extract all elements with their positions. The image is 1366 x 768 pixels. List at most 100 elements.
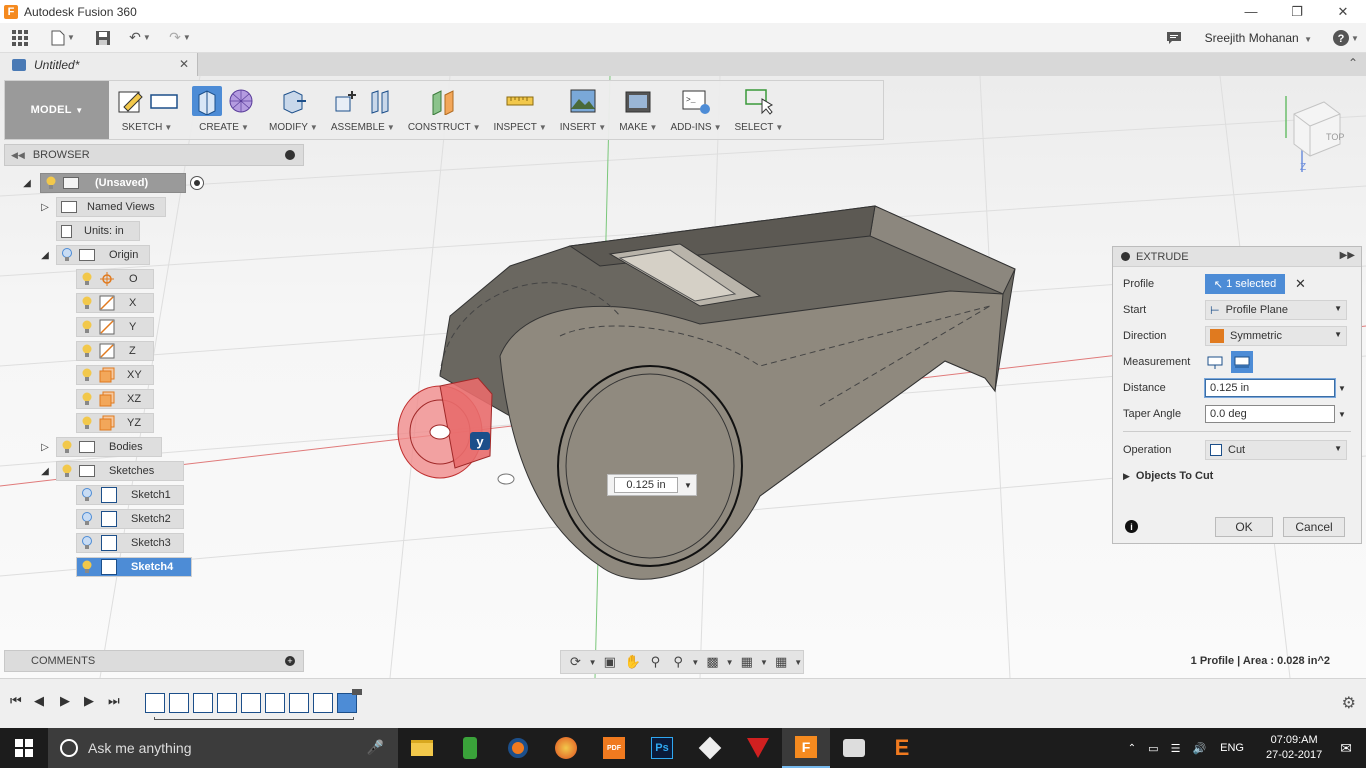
- origin-item-xz[interactable]: XZ: [76, 389, 154, 409]
- collapse-origin-icon[interactable]: ◢: [38, 248, 52, 262]
- language-indicator[interactable]: ENG: [1220, 742, 1244, 754]
- timeline-extrude-icon[interactable]: [241, 693, 261, 713]
- activate-radio-icon[interactable]: [190, 176, 204, 190]
- grid-settings-icon[interactable]: ▦: [736, 653, 757, 671]
- distance-input[interactable]: 0.125 in: [1204, 378, 1336, 398]
- whole-length-icon[interactable]: [1231, 351, 1253, 373]
- timeline-active-sketch-icon[interactable]: [337, 693, 357, 713]
- visibility-bulb-icon[interactable]: [81, 272, 93, 286]
- distance-dropdown-icon[interactable]: ▼: [1338, 384, 1346, 393]
- photoshop-icon[interactable]: Ps: [638, 728, 686, 768]
- pan-icon[interactable]: ✋: [622, 653, 643, 671]
- visibility-bulb-icon[interactable]: [81, 488, 93, 502]
- form-icon[interactable]: [226, 86, 256, 116]
- sketch-item-1[interactable]: Sketch1: [76, 485, 184, 505]
- go-to-end-icon[interactable]: ⏭: [108, 693, 120, 709]
- modify-group[interactable]: MODIFY ▼: [263, 81, 325, 139]
- tree-root[interactable]: ◢ (Unsaved): [20, 173, 204, 193]
- workspace-switcher[interactable]: MODEL ▼: [5, 81, 109, 139]
- start-dropdown[interactable]: ⊢ Profile Plane ▼: [1205, 300, 1347, 320]
- sketch-group[interactable]: SKETCH ▼: [109, 81, 186, 139]
- create-sketch-icon[interactable]: [115, 86, 145, 116]
- visibility-bulb-icon[interactable]: [81, 512, 93, 526]
- collapse-sketches-icon[interactable]: ◢: [38, 464, 52, 478]
- show-hidden-icons-icon[interactable]: ⌃: [1128, 743, 1136, 754]
- extrude-dialog-header[interactable]: EXTRUDE ▶▶: [1113, 247, 1361, 267]
- new-component-icon[interactable]: [331, 86, 361, 116]
- extrude-icon[interactable]: [192, 86, 222, 116]
- comments-panel-header[interactable]: COMMENTS +: [4, 650, 304, 672]
- cancel-button[interactable]: Cancel: [1283, 517, 1345, 537]
- scripts-icon[interactable]: >_: [681, 86, 711, 116]
- timeline-extrude-icon[interactable]: [313, 693, 333, 713]
- half-length-icon[interactable]: [1205, 352, 1225, 372]
- minimize-button[interactable]: —: [1228, 0, 1274, 23]
- blender-icon[interactable]: [494, 728, 542, 768]
- timeline-settings-icon[interactable]: ⚙: [1342, 693, 1356, 713]
- visibility-bulb-icon[interactable]: [81, 392, 93, 406]
- viewports-dropdown-icon[interactable]: ▼: [794, 653, 803, 671]
- undo-icon[interactable]: ↶ ▼: [120, 23, 160, 53]
- inspect-group[interactable]: INSPECT ▼: [488, 81, 554, 139]
- step-back-icon[interactable]: ◀: [34, 693, 44, 709]
- display-settings-icon[interactable]: ▩: [702, 653, 723, 671]
- app-diamond-icon[interactable]: [686, 728, 734, 768]
- insert-group[interactable]: INSERT ▼: [554, 81, 613, 139]
- rectangle-icon[interactable]: [149, 86, 179, 116]
- clock[interactable]: 07:09:AM 27-02-2017: [1266, 733, 1322, 763]
- clear-selection-icon[interactable]: ✕: [1295, 276, 1306, 292]
- sketch-item-4[interactable]: Sketch4: [76, 557, 192, 577]
- origin-item-z[interactable]: Z: [76, 341, 154, 361]
- select-icon[interactable]: [744, 86, 774, 116]
- fusion-360-taskbar-icon[interactable]: F: [782, 728, 830, 768]
- visibility-bulb-icon[interactable]: [81, 536, 93, 550]
- tree-bodies[interactable]: ▷ Bodies: [38, 437, 162, 457]
- close-window-button[interactable]: ✕: [1320, 0, 1366, 23]
- timeline-extrude-icon[interactable]: [169, 693, 189, 713]
- visibility-bulb-icon[interactable]: [81, 296, 93, 310]
- objects-to-cut-row[interactable]: ▶ Objects To Cut: [1123, 465, 1213, 487]
- insert-image-icon[interactable]: [568, 86, 598, 116]
- timeline-marker-icon[interactable]: [352, 689, 362, 695]
- visibility-bulb-icon[interactable]: [81, 344, 93, 358]
- tree-named-views[interactable]: ▷ Named Views: [38, 197, 166, 217]
- app-green-icon[interactable]: [446, 728, 494, 768]
- app-e-icon[interactable]: E: [878, 728, 926, 768]
- help-icon[interactable]: ? ▼: [1326, 23, 1366, 53]
- selected-profile[interactable]: [397, 377, 493, 479]
- sketch-item-3[interactable]: Sketch3: [76, 533, 184, 553]
- create-group[interactable]: CREATE ▼: [186, 81, 263, 139]
- dialog-minimize-icon[interactable]: [1121, 252, 1130, 261]
- network-icon[interactable]: ☰: [1171, 742, 1181, 755]
- app-cat-icon[interactable]: [830, 728, 878, 768]
- timeline-sketch-icon[interactable]: [217, 693, 237, 713]
- tree-origin[interactable]: ◢ Origin: [38, 245, 150, 265]
- add-comment-icon[interactable]: +: [285, 656, 295, 666]
- cortana-search-box[interactable]: Ask me anything 🎤: [48, 728, 398, 768]
- pdf-reader-icon[interactable]: PDF: [590, 728, 638, 768]
- look-at-icon[interactable]: ▣: [599, 653, 620, 671]
- browser-panel-header[interactable]: ◀◀ BROWSER: [4, 144, 304, 166]
- expand-named-views-icon[interactable]: ▷: [38, 200, 52, 214]
- origin-item-xy[interactable]: XY: [76, 365, 154, 385]
- profile-select-button[interactable]: ↖ 1 selected: [1205, 274, 1285, 294]
- visibility-bulb-icon[interactable]: [81, 560, 93, 574]
- collapse-root-icon[interactable]: ◢: [20, 176, 34, 190]
- visibility-bulb-icon[interactable]: [61, 440, 73, 454]
- save-icon[interactable]: [86, 23, 120, 53]
- distance-tag-input[interactable]: 0.125 in ▼: [607, 474, 697, 496]
- play-icon[interactable]: ▶: [60, 693, 70, 709]
- timeline-sketch-icon[interactable]: [289, 693, 309, 713]
- file-explorer-icon[interactable]: [398, 728, 446, 768]
- maximize-button[interactable]: ❐: [1274, 0, 1320, 23]
- visibility-bulb-icon[interactable]: [61, 464, 73, 478]
- tree-sketches[interactable]: ◢ Sketches: [38, 461, 184, 481]
- collapse-toolbar-icon[interactable]: ⌃: [1348, 56, 1358, 70]
- taper-angle-input[interactable]: 0.0 deg: [1205, 405, 1335, 423]
- press-pull-icon[interactable]: [278, 86, 308, 116]
- orbit-dropdown-icon[interactable]: ▼: [588, 653, 597, 671]
- redo-icon[interactable]: ↷ ▼: [160, 23, 200, 53]
- grid-dropdown-icon[interactable]: ▼: [759, 653, 768, 671]
- step-forward-icon[interactable]: ▶: [84, 693, 94, 709]
- distance-tag-dropdown-icon[interactable]: ▼: [684, 481, 692, 490]
